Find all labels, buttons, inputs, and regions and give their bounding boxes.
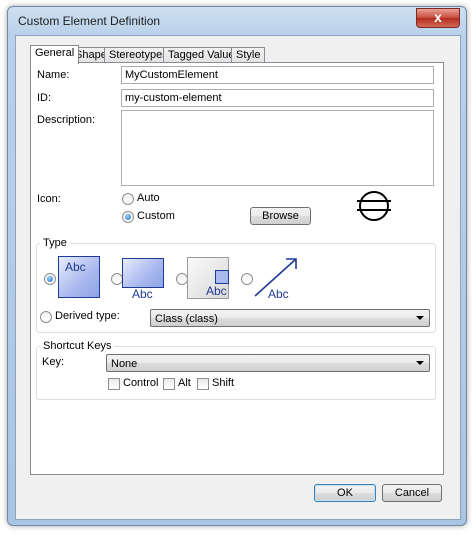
description-textarea[interactable] <box>121 110 434 186</box>
id-label: ID: <box>37 92 52 104</box>
description-label: Description: <box>37 114 96 126</box>
name-label: Name: <box>37 69 70 81</box>
port-square <box>215 270 229 284</box>
derived-type-value: Class (class) <box>155 313 218 325</box>
type-option-box-label-below[interactable] <box>122 258 164 288</box>
shortcut-keys-group-title: Shortcut Keys <box>40 340 115 352</box>
type-option-box-with-port[interactable]: Abc <box>187 257 229 299</box>
derived-type-label: Derived type: <box>55 310 120 322</box>
icon-label: Icon: <box>37 193 61 205</box>
browse-button[interactable]: Browse <box>250 207 311 225</box>
tab-style[interactable]: Style <box>231 47 266 63</box>
chevron-down-icon <box>416 316 424 320</box>
id-input[interactable] <box>121 89 434 107</box>
close-icon: x <box>434 9 442 25</box>
title-bar[interactable]: Custom Element Definition x <box>8 7 466 35</box>
type-option-arrow-connector-text: Abc <box>268 287 289 301</box>
close-button[interactable]: x <box>416 8 460 28</box>
shift-label: Shift <box>212 377 235 389</box>
type-option-class-box-radio[interactable] <box>44 273 56 285</box>
type-group-title: Type <box>40 237 70 249</box>
type-option-box-label-below-text: Abc <box>132 287 153 301</box>
key-value: None <box>111 358 138 370</box>
type-option-class-box-text: Abc <box>65 260 86 274</box>
tab-general[interactable]: General <box>30 45 80 64</box>
key-select[interactable]: None <box>106 354 430 372</box>
icon-custom-radio[interactable] <box>122 211 134 223</box>
icon-auto-label: Auto <box>137 192 160 204</box>
cancel-button[interactable]: Cancel <box>382 484 442 502</box>
type-option-box-with-port-text: Abc <box>206 284 227 298</box>
shift-checkbox[interactable] <box>197 378 209 390</box>
circle-bar-icon <box>357 191 391 221</box>
key-label: Key: <box>42 356 65 368</box>
icon-custom-label: Custom <box>137 210 175 222</box>
alt-label: Alt <box>178 377 191 389</box>
name-input[interactable] <box>121 66 434 84</box>
control-checkbox[interactable] <box>108 378 120 390</box>
alt-checkbox[interactable] <box>163 378 175 390</box>
control-label: Control <box>123 377 159 389</box>
chevron-down-icon <box>416 361 424 365</box>
derived-type-radio[interactable] <box>40 311 52 323</box>
window-title: Custom Element Definition <box>18 14 161 28</box>
icon-auto-radio[interactable] <box>122 193 134 205</box>
derived-type-select[interactable]: Class (class) <box>150 309 430 327</box>
type-option-class-box[interactable]: Abc <box>58 256 100 298</box>
ok-button[interactable]: OK <box>314 484 376 502</box>
